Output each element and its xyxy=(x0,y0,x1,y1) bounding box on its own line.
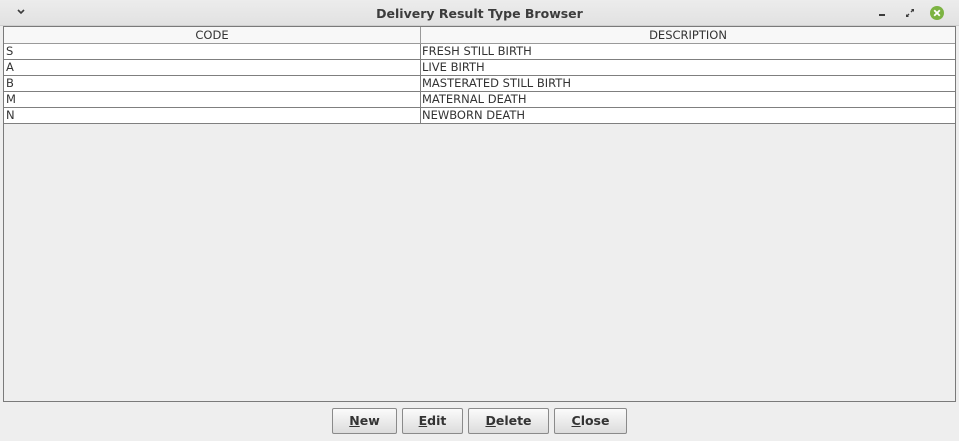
delete-button-mnemonic: D xyxy=(485,413,496,428)
edit-button[interactable]: Edit xyxy=(402,408,463,434)
button-bar: New Edit Delete Close xyxy=(0,402,959,441)
close-icon[interactable] xyxy=(929,5,945,21)
cell-code[interactable]: M xyxy=(6,92,418,107)
cell-divider xyxy=(420,60,421,76)
edit-button-mnemonic: E xyxy=(418,413,428,428)
table-header: CODE DESCRIPTION xyxy=(4,27,955,44)
minimize-icon[interactable] xyxy=(874,5,890,21)
window-title: Delivery Result Type Browser xyxy=(376,6,583,21)
cell-divider xyxy=(420,44,421,60)
cell-description[interactable]: FRESH STILL BIRTH xyxy=(422,44,952,59)
new-button-label: ew xyxy=(359,413,380,428)
cell-divider xyxy=(420,76,421,92)
cell-code[interactable]: S xyxy=(6,44,418,59)
cell-description[interactable]: MATERNAL DEATH xyxy=(422,92,952,107)
delete-button[interactable]: Delete xyxy=(468,408,549,434)
maximize-icon[interactable] xyxy=(902,5,918,21)
column-header-code[interactable]: CODE xyxy=(4,27,421,43)
cell-code[interactable]: A xyxy=(6,60,418,75)
close-button[interactable]: Close xyxy=(554,408,627,434)
table-row[interactable]: M MATERNAL DEATH xyxy=(4,92,955,108)
table-row[interactable]: N NEWBORN DEATH xyxy=(4,108,955,124)
cell-description[interactable]: NEWBORN DEATH xyxy=(422,108,952,123)
result-type-table[interactable]: CODE DESCRIPTION S FRESH STILL BIRTH A L… xyxy=(3,26,956,402)
cell-divider xyxy=(420,92,421,108)
table-row[interactable]: S FRESH STILL BIRTH xyxy=(4,44,955,60)
cell-description[interactable]: MASTERATED STILL BIRTH xyxy=(422,76,952,91)
column-header-description[interactable]: DESCRIPTION xyxy=(421,27,955,43)
table-row[interactable]: A LIVE BIRTH xyxy=(4,60,955,76)
cell-divider xyxy=(420,108,421,124)
cell-code[interactable]: B xyxy=(6,76,418,91)
new-button[interactable]: New xyxy=(332,408,397,434)
close-button-mnemonic: C xyxy=(571,413,581,428)
cell-description[interactable]: LIVE BIRTH xyxy=(422,60,952,75)
delete-button-label: elete xyxy=(495,413,532,428)
title-bar: Delivery Result Type Browser xyxy=(0,0,959,26)
cell-code[interactable]: N xyxy=(6,108,418,123)
new-button-mnemonic: N xyxy=(349,413,360,428)
table-row[interactable]: B MASTERATED STILL BIRTH xyxy=(4,76,955,92)
edit-button-label: dit xyxy=(427,413,447,428)
close-button-label: lose xyxy=(580,413,610,428)
